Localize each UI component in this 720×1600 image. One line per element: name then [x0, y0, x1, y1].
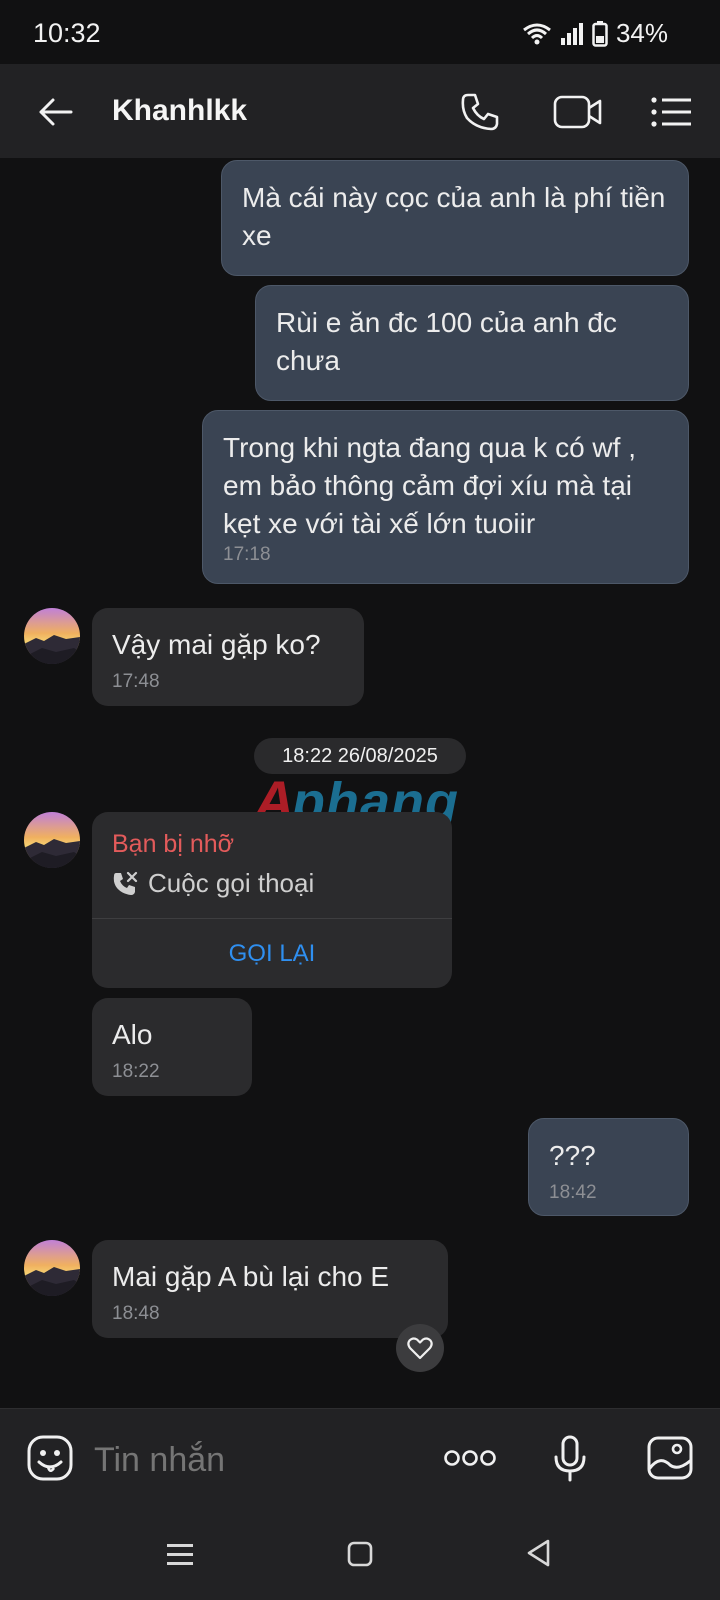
back-arrow-icon [39, 98, 73, 126]
missed-call-card: Bạn bị nhỡ Cuộc gọi thoại GỌI LẠI [92, 812, 452, 988]
heart-icon [407, 1337, 433, 1360]
image-icon [647, 1436, 693, 1480]
recents-icon [167, 1544, 193, 1565]
missed-call-subtitle: Cuộc gọi thoại [148, 868, 315, 898]
battery-percent: 34% [615, 18, 668, 48]
phone-icon [461, 93, 499, 131]
date-separator: 18:22 26/08/2025 [254, 738, 466, 774]
message-time: 18:48 [112, 1303, 160, 1324]
status-time: 10:32 [33, 18, 101, 48]
message-time: 17:18 [223, 544, 271, 565]
voice-record-button[interactable] [548, 1432, 592, 1486]
sticker-button[interactable] [24, 1432, 76, 1484]
back-triangle-icon [527, 1539, 550, 1567]
contact-name[interactable]: Khanhlkk [112, 94, 247, 128]
home-icon [347, 1541, 373, 1567]
avatar-image [24, 812, 80, 868]
back-button[interactable] [30, 88, 80, 136]
chat-options-button[interactable] [648, 88, 694, 136]
video-icon [553, 95, 602, 129]
more-button[interactable] [440, 1438, 500, 1478]
message-text: Trong khi ngta đang qua k có wf , em bảo… [223, 432, 636, 539]
sticker-icon [27, 1435, 73, 1481]
message-text: Vậy mai gặp ko? [112, 629, 321, 660]
message-time: 18:42 [549, 1182, 597, 1203]
message-time: 17:48 [112, 671, 160, 692]
message-text: Rùi e ăn đc 100 của anh đc chưa [276, 307, 617, 376]
missed-call-subtitle-row: Cuộc gọi thoại [112, 868, 314, 899]
menu-list-icon [651, 97, 691, 127]
message-bubble-outgoing[interactable]: Trong khi ngta đang qua k có wf , em bảo… [202, 410, 689, 584]
more-icon [444, 1450, 496, 1466]
battery-icon [592, 20, 608, 47]
status-icons: 34% [522, 18, 668, 49]
mic-icon [554, 1435, 586, 1482]
contact-avatar[interactable] [24, 812, 80, 868]
missed-call-icon [113, 871, 138, 895]
avatar-image [24, 608, 80, 664]
contact-avatar[interactable] [24, 1240, 80, 1296]
voice-call-button[interactable] [454, 88, 506, 136]
contact-avatar[interactable] [24, 608, 80, 664]
message-text: Alo [112, 1019, 153, 1050]
recent-apps-button[interactable] [160, 1534, 200, 1574]
message-bubble-outgoing[interactable]: Mà cái này cọc của anh là phí tiền xe [221, 160, 689, 276]
missed-call-title: Bạn bị nhỡ [112, 830, 235, 858]
call-back-button[interactable]: GỌI LẠI [92, 919, 452, 988]
react-button[interactable] [396, 1324, 444, 1372]
message-input[interactable] [92, 1440, 416, 1481]
home-button[interactable] [340, 1534, 380, 1574]
video-call-button[interactable] [550, 88, 606, 136]
message-text: ??? [549, 1140, 596, 1171]
message-bubble-outgoing[interactable]: ??? 18:42 [528, 1118, 689, 1216]
avatar-image [24, 1240, 80, 1296]
message-time: 18:22 [112, 1061, 160, 1082]
message-bubble-outgoing[interactable]: Rùi e ăn đc 100 của anh đc chưa [255, 285, 689, 401]
wifi-icon [523, 23, 551, 44]
system-back-button[interactable] [518, 1532, 558, 1574]
message-bubble-incoming[interactable]: Mai gặp A bù lại cho E 18:48 [92, 1240, 448, 1338]
message-text: Mà cái này cọc của anh là phí tiền xe [242, 182, 666, 251]
gallery-button[interactable] [644, 1432, 696, 1484]
message-text: Mai gặp A bù lại cho E [112, 1261, 390, 1292]
signal-icon [560, 22, 583, 45]
message-bubble-incoming[interactable]: Alo 18:22 [92, 998, 252, 1096]
chat-header [0, 64, 720, 158]
message-bubble-incoming[interactable]: Vậy mai gặp ko? 17:48 [92, 608, 364, 706]
